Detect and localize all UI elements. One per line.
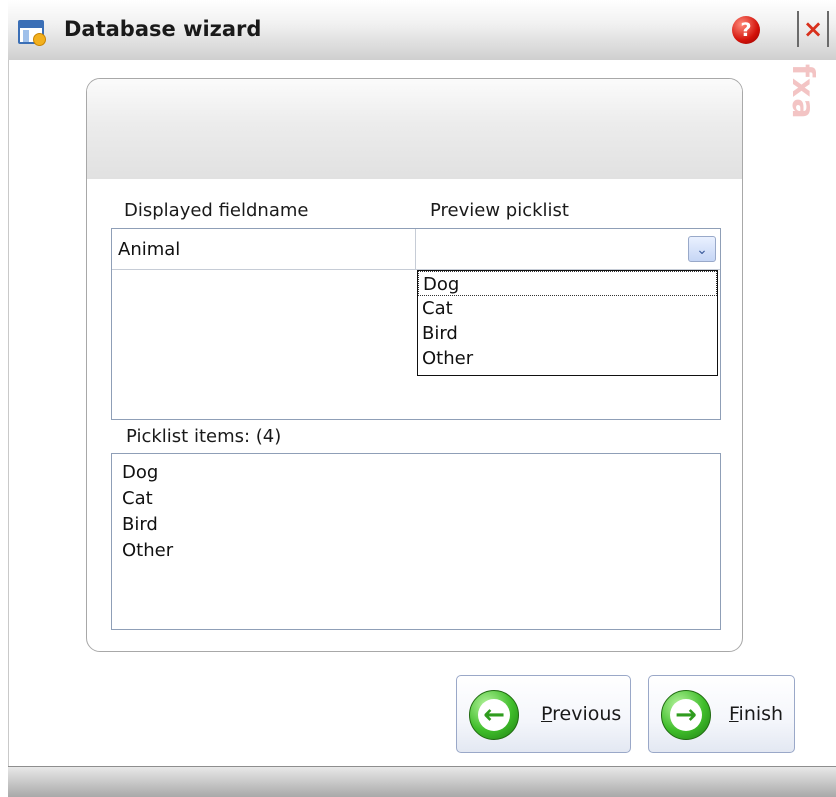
list-item[interactable]: Dog (122, 460, 710, 486)
arrow-left-icon: ← (469, 690, 519, 740)
window-title: Database wizard (64, 17, 262, 41)
list-item[interactable]: Bird (122, 512, 710, 538)
column-header-fieldname: Displayed fieldname (124, 200, 309, 221)
list-item[interactable]: Other (122, 538, 710, 564)
finish-button-label: Finish (729, 703, 784, 725)
previous-button[interactable]: ← Previous (456, 675, 631, 753)
help-icon[interactable]: ? (732, 16, 760, 44)
close-icon[interactable]: × (797, 11, 829, 47)
preview-picklist-dropdown[interactable]: Dog Cat Bird Other (417, 270, 718, 376)
table-row[interactable]: Animal ⌄ (112, 229, 720, 270)
bottom-frame (8, 766, 836, 797)
column-header-preview: Preview picklist (430, 200, 569, 221)
picklist-items-box[interactable]: Dog Cat Bird Other (111, 453, 721, 630)
picklist-label: Picklist items: (4) (126, 426, 282, 447)
list-item[interactable]: Cat (418, 296, 717, 321)
previous-button-label: Previous (541, 703, 622, 725)
chevron-down-icon[interactable]: ⌄ (688, 236, 716, 262)
preview-combo-value[interactable] (422, 229, 682, 269)
database-wizard-icon (18, 20, 46, 46)
arrow-right-icon: → (661, 690, 711, 740)
list-item[interactable]: Bird (418, 321, 717, 346)
panel-header (87, 79, 742, 179)
watermark-logo: fxa (785, 64, 820, 120)
list-item[interactable]: Cat (122, 486, 710, 512)
list-item[interactable]: Other (418, 346, 717, 371)
list-item[interactable]: Dog (418, 271, 717, 296)
fieldname-cell[interactable]: Animal (112, 229, 416, 269)
finish-button[interactable]: → Finish (648, 675, 795, 753)
title-bar: Database wizard ? × (8, 0, 836, 61)
